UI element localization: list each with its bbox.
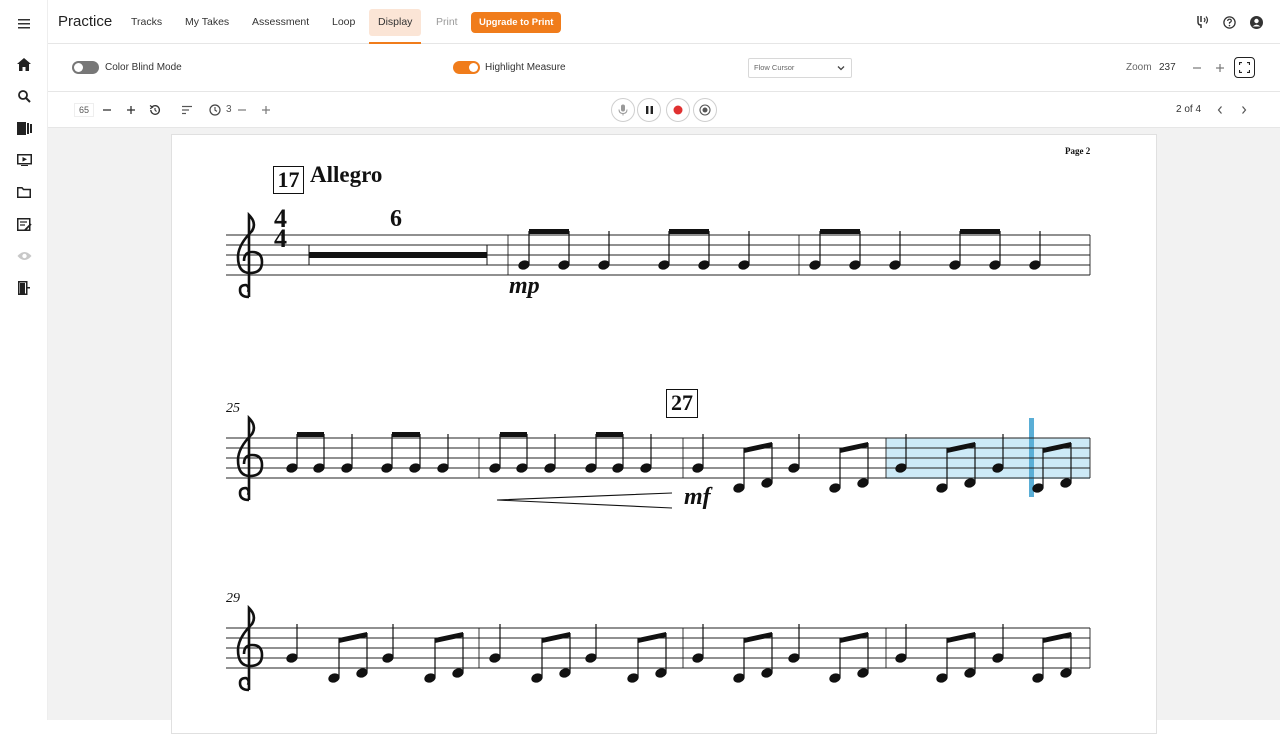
tuner-icon[interactable] bbox=[1194, 14, 1210, 30]
tab-print[interactable]: Print bbox=[427, 9, 467, 36]
microphone-icon bbox=[618, 104, 628, 116]
treble-clef bbox=[236, 414, 264, 502]
measure-number-29: 29 bbox=[226, 591, 240, 606]
sheet-music bbox=[226, 211, 1091, 692]
video-icon[interactable] bbox=[14, 150, 34, 170]
playback-controls: 65 3 2 of 4 bbox=[48, 92, 1280, 128]
score-page: Page 2 17 Allegro 4 4 6 mp 25 27 mf 29 bbox=[171, 134, 1157, 734]
previous-page-button[interactable] bbox=[1212, 102, 1228, 118]
exit-icon[interactable] bbox=[14, 278, 34, 298]
time-signature-bottom: 4 bbox=[274, 224, 287, 253]
cursor-select[interactable]: Flow Cursor bbox=[748, 58, 852, 78]
tab-my-takes[interactable]: My Takes bbox=[176, 9, 238, 36]
sort-icon[interactable] bbox=[179, 102, 195, 118]
record-icon bbox=[673, 105, 683, 115]
microphone-button[interactable] bbox=[611, 98, 635, 122]
notes-staff-3 bbox=[286, 624, 1072, 683]
rehearsal-mark-17: 17 bbox=[273, 166, 304, 194]
count-in-decrease-button[interactable] bbox=[234, 102, 250, 118]
tab-assessment[interactable]: Assessment bbox=[243, 9, 318, 36]
page-indicator: 2 of 4 bbox=[1176, 104, 1202, 115]
highlighted-measure bbox=[886, 438, 1090, 479]
measure-number-25: 25 bbox=[226, 401, 240, 416]
multirest bbox=[308, 245, 488, 265]
highlight-measure-label: Highlight Measure bbox=[485, 62, 566, 73]
library-icon[interactable] bbox=[14, 118, 34, 138]
treble-clef bbox=[236, 211, 264, 299]
count-in-clock-icon bbox=[207, 102, 223, 118]
count-in-value: 3 bbox=[226, 104, 232, 115]
record-button[interactable] bbox=[666, 98, 690, 122]
upgrade-to-print-button[interactable]: Upgrade to Print bbox=[471, 12, 562, 33]
top-nav: Practice Tracks My Takes Assessment Loop… bbox=[48, 0, 1280, 44]
account-icon[interactable] bbox=[1248, 14, 1264, 30]
zoom-label: Zoom bbox=[1126, 62, 1152, 73]
rehearsal-mark-27: 27 bbox=[666, 389, 698, 418]
sidebar bbox=[0, 0, 48, 720]
help-icon[interactable] bbox=[1221, 14, 1237, 30]
next-page-button[interactable] bbox=[1236, 102, 1252, 118]
target-icon bbox=[699, 104, 711, 116]
zoom-in-button[interactable] bbox=[1212, 60, 1228, 76]
color-blind-toggle[interactable] bbox=[72, 61, 99, 74]
assignment-icon[interactable] bbox=[14, 214, 34, 234]
tempo-input[interactable]: 65 bbox=[74, 103, 94, 117]
fullscreen-button[interactable] bbox=[1234, 57, 1255, 78]
color-blind-label: Color Blind Mode bbox=[105, 62, 182, 73]
score-viewport: Page 2 17 Allegro 4 4 6 mp 25 27 mf 29 bbox=[48, 128, 1280, 734]
chevron-down-icon bbox=[837, 59, 845, 84]
reset-tempo-icon[interactable] bbox=[147, 102, 163, 118]
tab-tracks[interactable]: Tracks bbox=[122, 9, 171, 36]
fullscreen-icon bbox=[1239, 62, 1250, 73]
dynamic-mf: mf bbox=[684, 484, 711, 510]
eye-icon[interactable] bbox=[14, 246, 34, 266]
folder-icon[interactable] bbox=[14, 182, 34, 202]
dynamic-mp: mp bbox=[509, 273, 540, 299]
count-in-increase-button[interactable] bbox=[258, 102, 274, 118]
tempo-marking: Allegro bbox=[310, 162, 383, 187]
display-options-bar: Color Blind Mode Highlight Measure Flow … bbox=[48, 44, 1280, 92]
cursor-select-value: Flow Cursor bbox=[754, 63, 795, 72]
zoom-out-button[interactable] bbox=[1189, 60, 1205, 76]
pause-icon bbox=[645, 106, 653, 114]
playback-target-button[interactable] bbox=[693, 98, 717, 122]
multirest-count: 6 bbox=[390, 206, 402, 232]
crescendo-hairpin bbox=[496, 492, 673, 509]
tab-loop[interactable]: Loop bbox=[323, 9, 364, 36]
zoom-value: 237 bbox=[1159, 62, 1176, 73]
home-icon[interactable] bbox=[14, 54, 34, 74]
search-icon[interactable] bbox=[14, 86, 34, 106]
app-brand: Practice bbox=[58, 13, 113, 30]
playback-cursor bbox=[1029, 418, 1034, 497]
tempo-decrease-button[interactable] bbox=[99, 102, 115, 118]
treble-clef bbox=[236, 604, 264, 692]
highlight-measure-toggle[interactable] bbox=[453, 61, 480, 74]
menu-icon[interactable] bbox=[14, 14, 34, 34]
pause-button[interactable] bbox=[637, 98, 661, 122]
tab-display[interactable]: Display bbox=[369, 9, 422, 44]
tempo-increase-button[interactable] bbox=[123, 102, 139, 118]
